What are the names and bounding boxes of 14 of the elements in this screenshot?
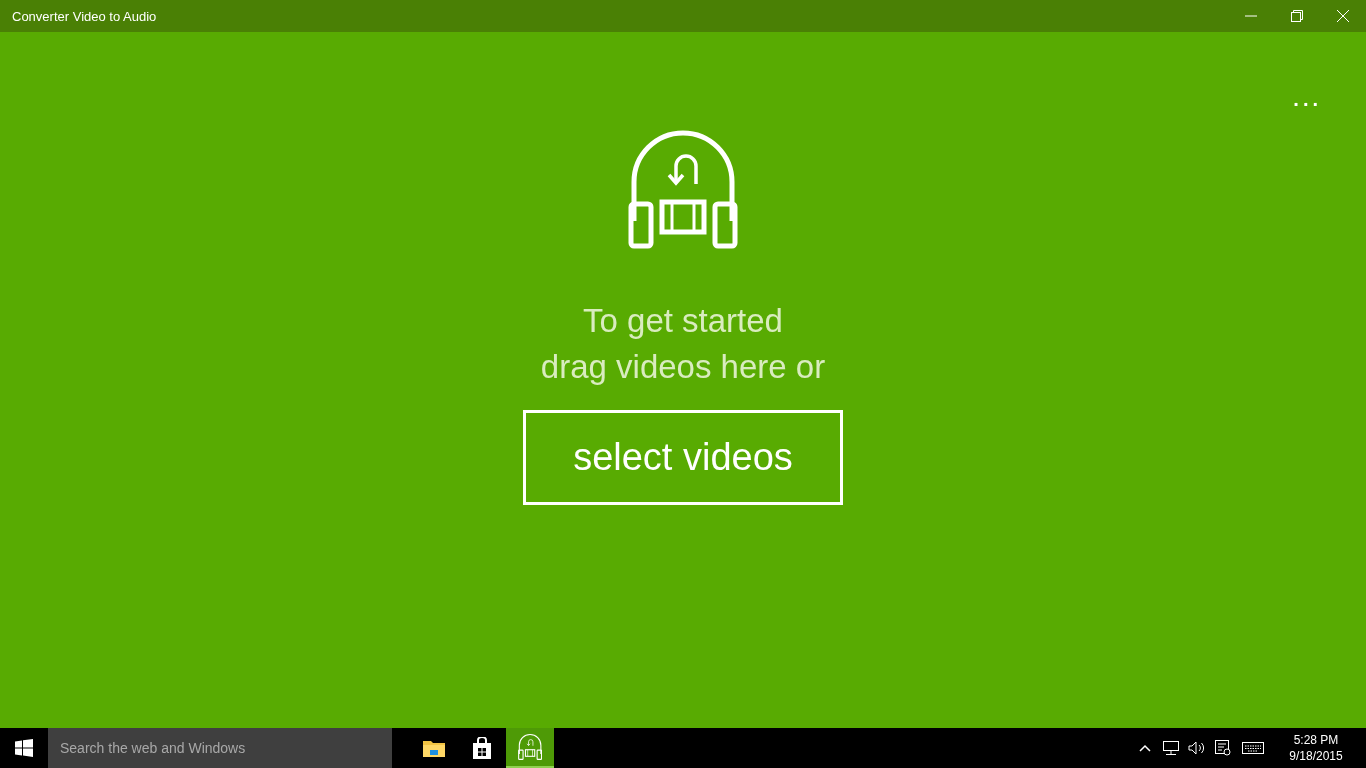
clock-date: 9/18/2015 [1289,748,1343,764]
close-icon [1336,9,1350,23]
search-field[interactable]: Search the web and Windows [48,728,392,768]
shopping-bag-icon [472,737,492,759]
folder-icon [423,739,445,757]
restore-icon [1291,10,1303,22]
instruction-text: To get started [583,301,783,341]
instruction-text: drag videos here or [540,347,826,387]
clock-time: 5:28 PM [1293,732,1339,748]
more-button[interactable]: ... [1293,88,1322,111]
window-title: Converter Video to Audio [11,8,158,24]
windows-logo-icon [15,739,33,757]
select-videos-button[interactable]: select videos [523,410,843,505]
headphones-icon [517,733,543,761]
